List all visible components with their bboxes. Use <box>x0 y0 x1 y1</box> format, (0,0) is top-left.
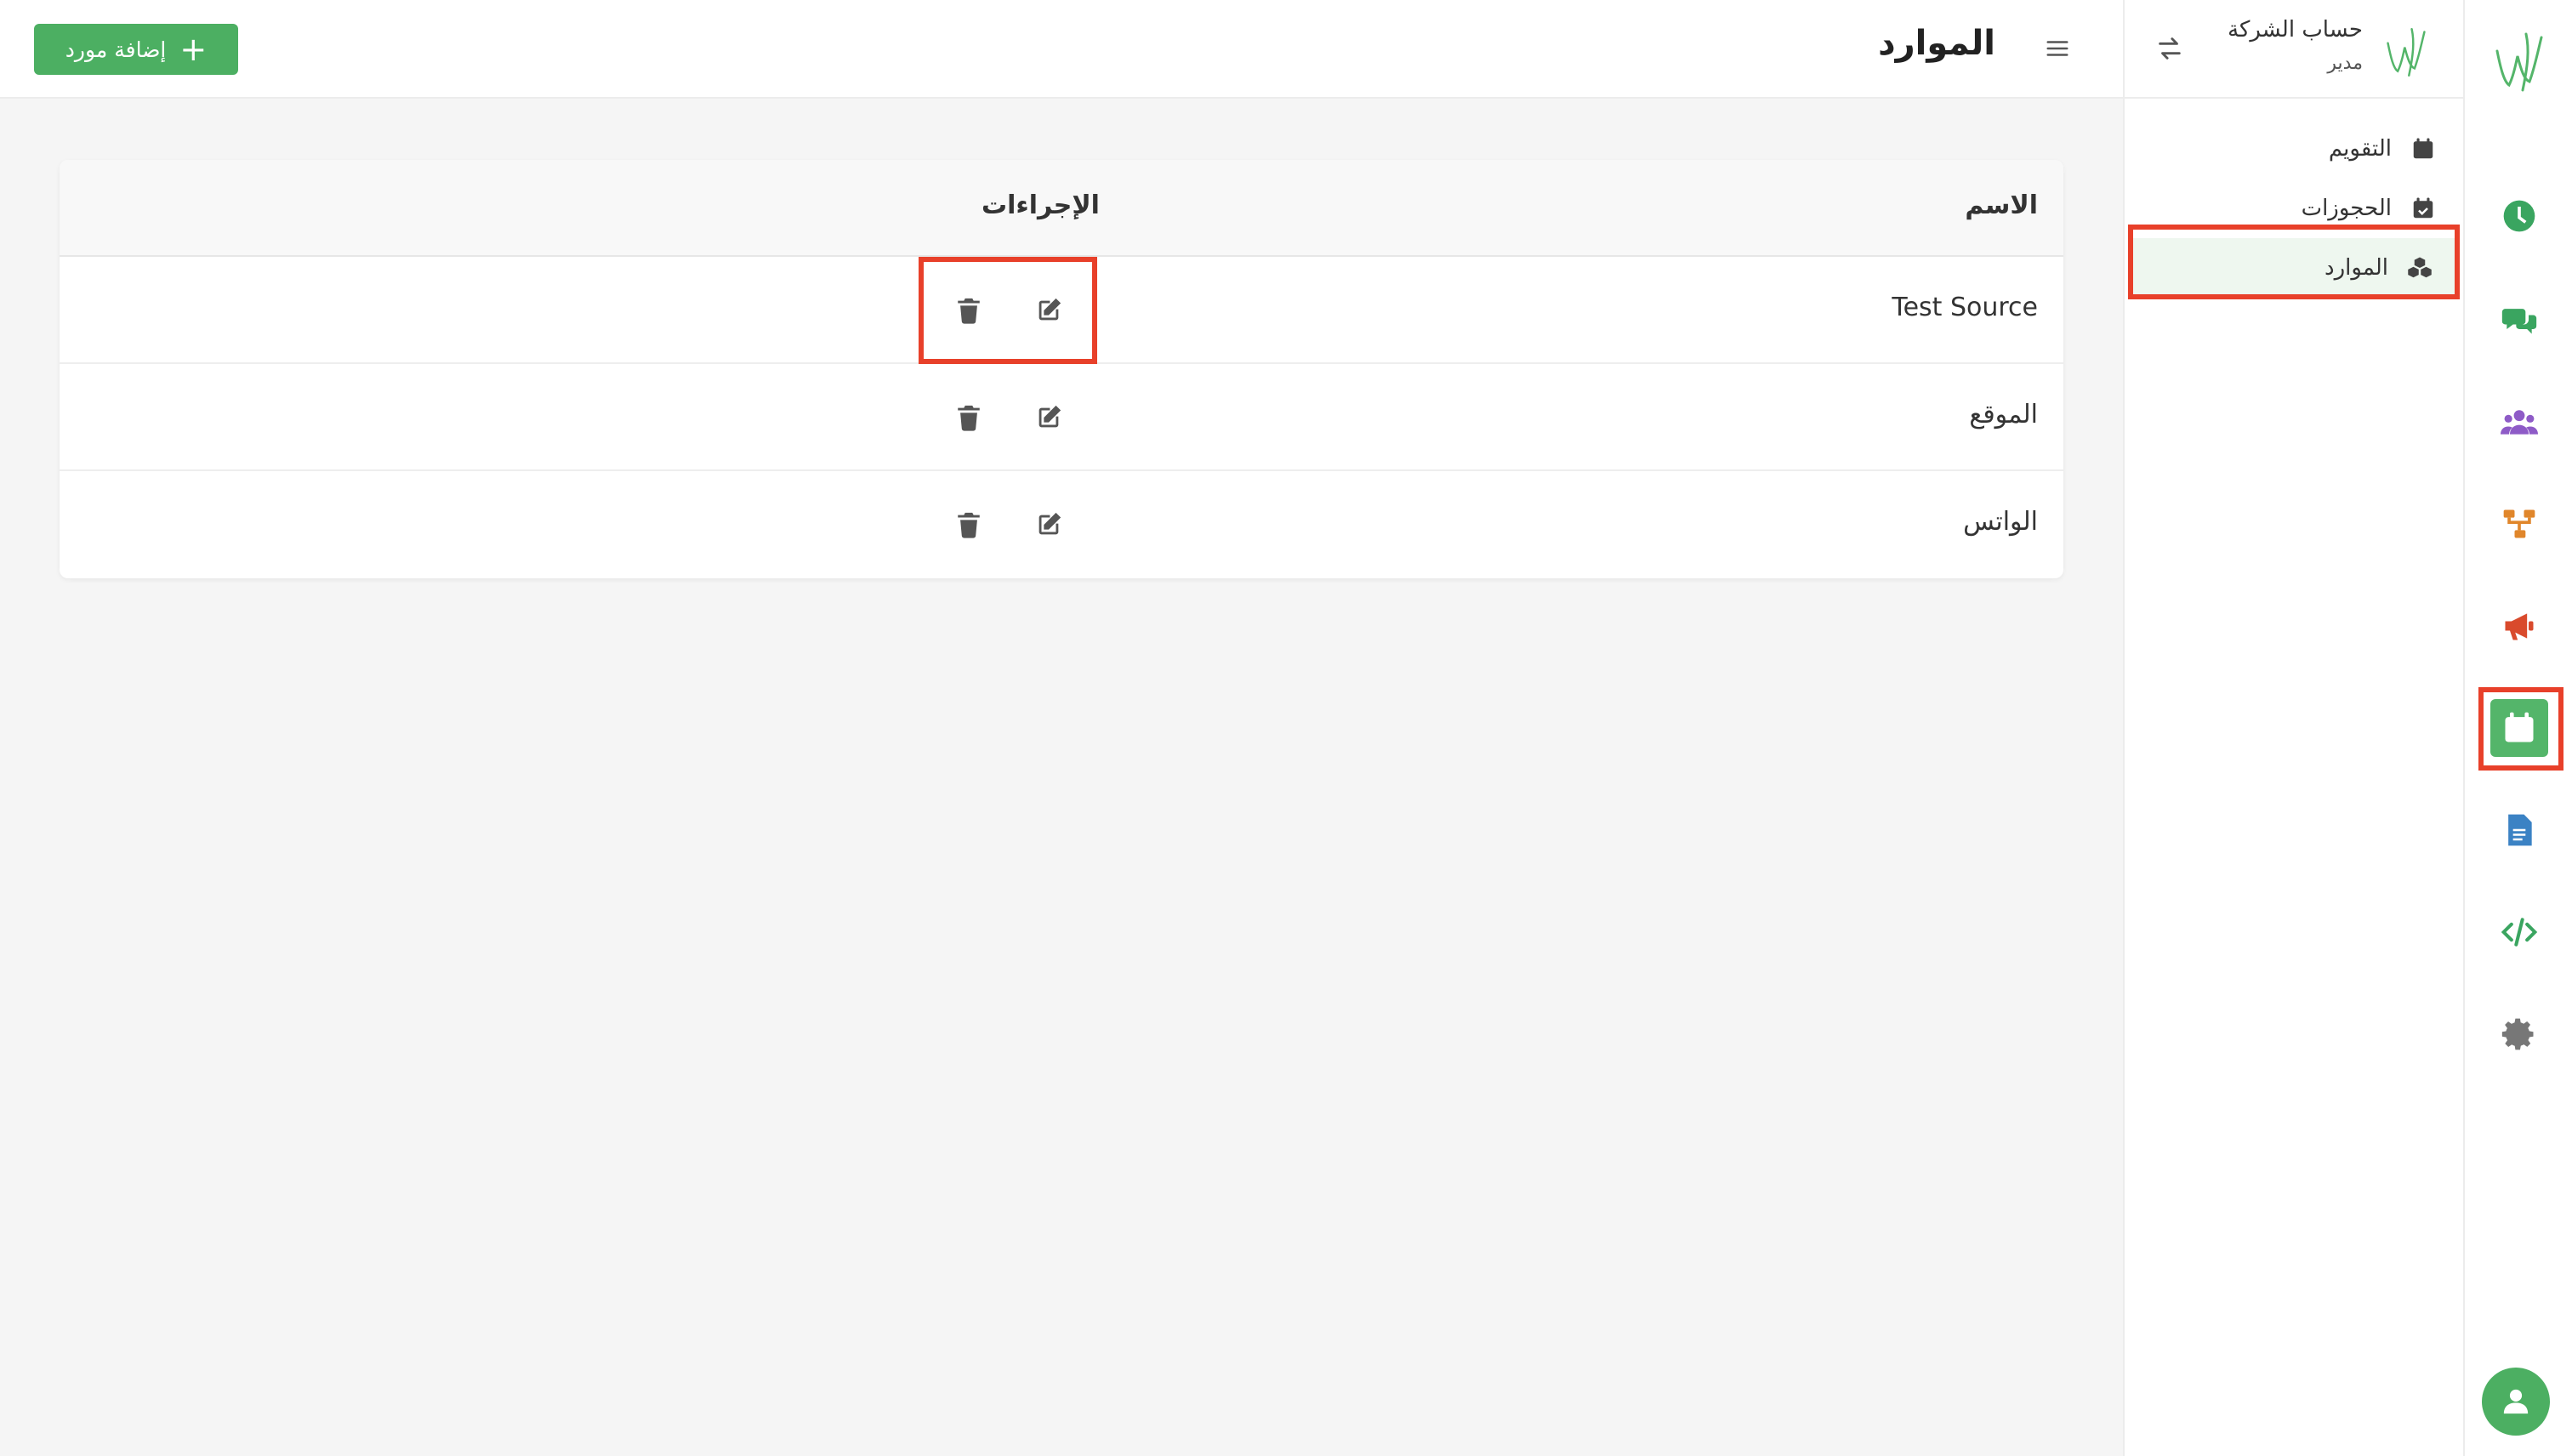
rail-chat[interactable] <box>2490 291 2548 349</box>
rail-users[interactable] <box>2490 393 2548 451</box>
table-row: الموقع <box>60 364 2063 471</box>
brand-logo-icon[interactable] <box>2492 26 2546 94</box>
add-resource-button[interactable]: + إضافة مورد <box>34 24 238 75</box>
table-row: الواتس <box>60 471 2063 578</box>
edit-button[interactable] <box>1033 401 1065 434</box>
table-header: الاسم الإجراءات <box>60 160 2063 257</box>
page-header: الموارد + إضافة مورد <box>0 0 2123 99</box>
user-icon <box>2503 1389 2529 1414</box>
dashboard-icon <box>2503 200 2535 232</box>
sidebar-item-label: الحجوزات <box>2301 196 2392 221</box>
switch-account-icon[interactable] <box>2155 34 2184 63</box>
rail-sitemap[interactable] <box>2490 495 2548 553</box>
account-logo-icon <box>2387 28 2426 77</box>
user-avatar[interactable] <box>2482 1368 2550 1436</box>
app-root: حساب الشركة مدير التقويم الحجوزات الموار… <box>0 0 2572 1456</box>
account-role: مدير <box>2327 53 2363 74</box>
megaphone-icon <box>2505 613 2534 640</box>
document-icon <box>2508 814 2532 846</box>
code-icon <box>2501 918 2538 947</box>
column-header-name: الاسم <box>1965 191 2038 220</box>
resource-name: الواتس <box>1963 507 2038 537</box>
edit-icon <box>1038 405 1061 428</box>
edit-icon <box>1038 512 1061 535</box>
trash-icon <box>958 512 980 538</box>
edit-button[interactable] <box>1033 509 1065 541</box>
gear-icon <box>2501 1018 2534 1050</box>
resources-table: الاسم الإجراءات Test Source الموقع الوات… <box>60 160 2063 578</box>
resource-name: Test Source <box>1892 293 2038 322</box>
page-title: الموارد <box>1878 24 1995 63</box>
delete-button[interactable] <box>953 509 985 541</box>
rail-code[interactable] <box>2490 903 2548 961</box>
users-icon <box>2501 410 2538 435</box>
add-resource-label: إضافة مورد <box>65 37 167 62</box>
column-header-actions: الإجراءات <box>982 191 1100 220</box>
rail-megaphone[interactable] <box>2490 597 2548 655</box>
hamburger-menu-icon[interactable] <box>2045 36 2070 61</box>
icon-rail <box>2463 0 2572 1456</box>
sidebar-item-calendar[interactable]: التقويم <box>2125 119 2463 179</box>
sidebar: حساب الشركة مدير التقويم الحجوزات الموار… <box>2123 0 2463 1456</box>
rail-settings[interactable] <box>2490 1005 2548 1063</box>
chat-icon <box>2501 309 2537 334</box>
calendar-check-icon <box>2413 197 2433 219</box>
plus-icon: + <box>179 31 208 68</box>
resource-name: الموقع <box>1969 400 2038 429</box>
account-name: حساب الشركة <box>2228 17 2363 43</box>
rail-dashboard[interactable] <box>2490 187 2548 245</box>
account-header: حساب الشركة مدير <box>2125 0 2463 99</box>
rail-document[interactable] <box>2490 801 2548 859</box>
sidebar-resources-highlight <box>2128 225 2460 299</box>
sitemap-icon <box>2503 509 2535 538</box>
calendar-icon <box>2413 138 2433 159</box>
sidebar-item-label: التقويم <box>2328 136 2392 162</box>
trash-icon <box>958 405 980 431</box>
rail-calendar-highlight <box>2478 687 2563 771</box>
delete-button[interactable] <box>953 401 985 434</box>
row-actions-highlight <box>919 257 1097 364</box>
